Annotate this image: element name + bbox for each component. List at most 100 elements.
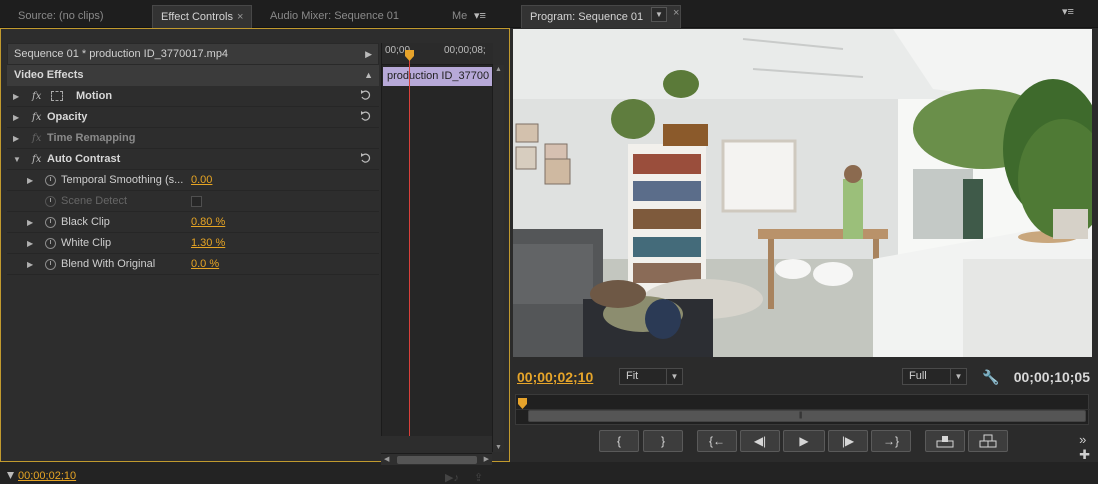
reset-icon[interactable] bbox=[360, 90, 373, 102]
close-icon[interactable]: × bbox=[673, 7, 679, 19]
property-label: White Clip bbox=[61, 237, 112, 249]
video-effects-title: Video Effects bbox=[14, 69, 84, 81]
current-time-display[interactable]: 00;00;02;10 bbox=[7, 470, 76, 482]
tab-audio-mixer[interactable]: Audio Mixer: Sequence 01 bbox=[262, 5, 407, 28]
footer-icons: ▶♪ ⇪ bbox=[445, 471, 483, 484]
zoom-scroll-bar[interactable] bbox=[528, 410, 1086, 422]
button-editor-icon[interactable]: » ✚ bbox=[1079, 432, 1090, 463]
tab-audio-mixer-label: Audio Mixer: Sequence 01 bbox=[270, 10, 400, 22]
tab-effect-controls[interactable]: Effect Controls × bbox=[152, 5, 253, 28]
reset-icon[interactable] bbox=[360, 153, 373, 165]
horizontal-scrollbar[interactable]: ◀ ▶ bbox=[381, 453, 492, 465]
collapse-arrow-icon[interactable]: ▲ bbox=[364, 65, 373, 86]
effect-label: Motion bbox=[76, 90, 113, 102]
step-back-button[interactable]: ◀| bbox=[740, 430, 780, 452]
collapse-triangle-icon[interactable]: ▼ bbox=[13, 149, 21, 170]
close-icon[interactable]: × bbox=[237, 11, 243, 23]
panel-menu-icon[interactable]: ▾≡ bbox=[1062, 5, 1074, 18]
stopwatch-icon[interactable] bbox=[45, 259, 56, 270]
property-label: Temporal Smoothing (s... bbox=[61, 174, 184, 186]
video-effects-header: Video Effects ▲ bbox=[7, 65, 379, 86]
expand-triangle-icon[interactable]: ▶ bbox=[27, 254, 33, 275]
stopwatch-icon[interactable] bbox=[45, 217, 56, 228]
audio-scrub-icon[interactable]: ▶♪ bbox=[445, 472, 459, 484]
property-row-blend-with-original: ▶ Blend With Original 0.0 % bbox=[7, 254, 379, 275]
scroll-thumb[interactable] bbox=[397, 456, 477, 464]
program-dropdown-icon[interactable]: ▼ bbox=[651, 7, 667, 22]
mark-in-button[interactable]: { bbox=[599, 430, 639, 452]
property-label: Black Clip bbox=[61, 216, 110, 228]
expand-triangle-icon[interactable]: ▶ bbox=[27, 233, 33, 254]
expand-triangle-icon[interactable]: ▶ bbox=[27, 170, 33, 191]
tab-source[interactable]: Source: (no clips) bbox=[10, 5, 112, 28]
stopwatch-icon bbox=[45, 196, 56, 207]
property-row-black-clip: ▶ Black Clip 0.80 % bbox=[7, 212, 379, 233]
effect-label: Time Remapping bbox=[47, 132, 136, 144]
effect-row-motion[interactable]: ▶ fx Motion bbox=[7, 86, 379, 107]
go-to-in-button[interactable]: {← bbox=[697, 430, 737, 452]
effect-row-auto-contrast[interactable]: ▼ fx Auto Contrast bbox=[7, 149, 379, 170]
chevron-down-icon: ▼ bbox=[666, 369, 682, 384]
effect-controls-panel: Sequence 01 * production ID_3770017.mp4 … bbox=[0, 28, 510, 484]
playback-quality-dropdown[interactable]: Full ▼ bbox=[902, 368, 967, 385]
fx-icon[interactable]: fx bbox=[32, 149, 41, 170]
step-forward-label: |▶ bbox=[841, 434, 855, 448]
transform-icon[interactable] bbox=[51, 91, 63, 101]
effect-label: Opacity bbox=[47, 111, 88, 123]
scene-detect-checkbox[interactable] bbox=[191, 196, 202, 207]
tab-effect-controls-label: Effect Controls bbox=[161, 11, 233, 23]
panel-menu-icon[interactable]: ▾≡ bbox=[474, 9, 486, 22]
tab-program-label: Program: Sequence 01 bbox=[530, 11, 644, 23]
lift-button[interactable] bbox=[925, 430, 965, 452]
time-ruler[interactable]: 00;00 00;00;08; bbox=[382, 43, 493, 65]
expand-triangle-icon[interactable]: ▶ bbox=[27, 212, 33, 233]
stopwatch-icon[interactable] bbox=[45, 238, 56, 249]
step-back-label: ◀| bbox=[753, 434, 767, 448]
program-monitor-panel: 00;00;02;10 Fit ▼ Full ▼ 🔧 00;00;10;05 |… bbox=[510, 28, 1098, 462]
property-row-white-clip: ▶ White Clip 1.30 % bbox=[7, 233, 379, 254]
tab-metadata[interactable]: Me bbox=[446, 5, 472, 28]
vertical-scrollbar[interactable]: ▲ ▼ bbox=[492, 65, 504, 452]
time-ruler[interactable] bbox=[516, 395, 1090, 410]
program-duration: 00;00;10;05 bbox=[1013, 369, 1090, 385]
timeline-clip[interactable]: production ID_37700 bbox=[383, 67, 493, 86]
expand-triangle-icon[interactable]: ▶ bbox=[13, 86, 19, 107]
property-value[interactable]: 0.80 % bbox=[191, 212, 225, 233]
reset-icon[interactable] bbox=[360, 111, 373, 123]
property-value[interactable]: 0.00 bbox=[191, 170, 212, 191]
program-video-frame[interactable] bbox=[513, 29, 1092, 357]
effect-row-opacity[interactable]: ▶ fx Opacity bbox=[7, 107, 379, 128]
mark-out-button[interactable]: } bbox=[643, 430, 683, 452]
program-scrub-bar[interactable]: ||| bbox=[515, 394, 1090, 425]
scroll-down-icon[interactable]: ▼ bbox=[495, 444, 502, 451]
effect-row-time-remapping[interactable]: ▶ fx Time Remapping bbox=[7, 128, 379, 149]
wrench-icon[interactable]: 🔧 bbox=[982, 369, 999, 386]
expand-triangle-icon[interactable]: ▶ bbox=[13, 107, 19, 128]
lift-icon bbox=[936, 436, 954, 448]
go-to-out-label: →} bbox=[882, 434, 899, 448]
property-value[interactable]: 1.30 % bbox=[191, 233, 225, 254]
left-tab-bar: Source: (no clips) Effect Controls × Audi… bbox=[0, 0, 510, 28]
step-forward-button[interactable]: |▶ bbox=[828, 430, 868, 452]
go-to-out-button[interactable]: →} bbox=[871, 430, 911, 452]
fx-icon[interactable]: fx bbox=[32, 86, 41, 107]
zoom-level-value: Fit bbox=[626, 370, 639, 382]
sequence-clip-label: Sequence 01 * production ID_3770017.mp4 bbox=[14, 48, 229, 60]
expand-triangle-icon[interactable]: ▶ bbox=[13, 128, 19, 149]
extract-icon bbox=[979, 434, 997, 448]
expand-timeline-icon[interactable]: ▶ bbox=[365, 44, 372, 64]
zoom-level-dropdown[interactable]: Fit ▼ bbox=[619, 368, 683, 385]
effect-label: Auto Contrast bbox=[47, 153, 121, 165]
stopwatch-icon[interactable] bbox=[45, 175, 56, 186]
sequence-clip-bar[interactable]: Sequence 01 * production ID_3770017.mp4 … bbox=[7, 43, 379, 65]
scroll-grip-icon[interactable]: ||| bbox=[799, 412, 803, 419]
export-icon[interactable]: ⇪ bbox=[474, 472, 483, 484]
scroll-up-icon[interactable]: ▲ bbox=[495, 66, 502, 73]
effect-timeline[interactable]: 00;00 00;00;08; production ID_37700 bbox=[381, 43, 493, 436]
program-current-time[interactable]: 00;00;02;10 bbox=[517, 369, 593, 385]
property-row-temporal-smoothing: ▶ Temporal Smoothing (s... 0.00 bbox=[7, 170, 379, 191]
extract-button[interactable] bbox=[968, 430, 1008, 452]
property-value[interactable]: 0.0 % bbox=[191, 254, 219, 275]
fx-icon[interactable]: fx bbox=[32, 107, 41, 128]
play-button[interactable]: ▶ bbox=[783, 430, 825, 452]
